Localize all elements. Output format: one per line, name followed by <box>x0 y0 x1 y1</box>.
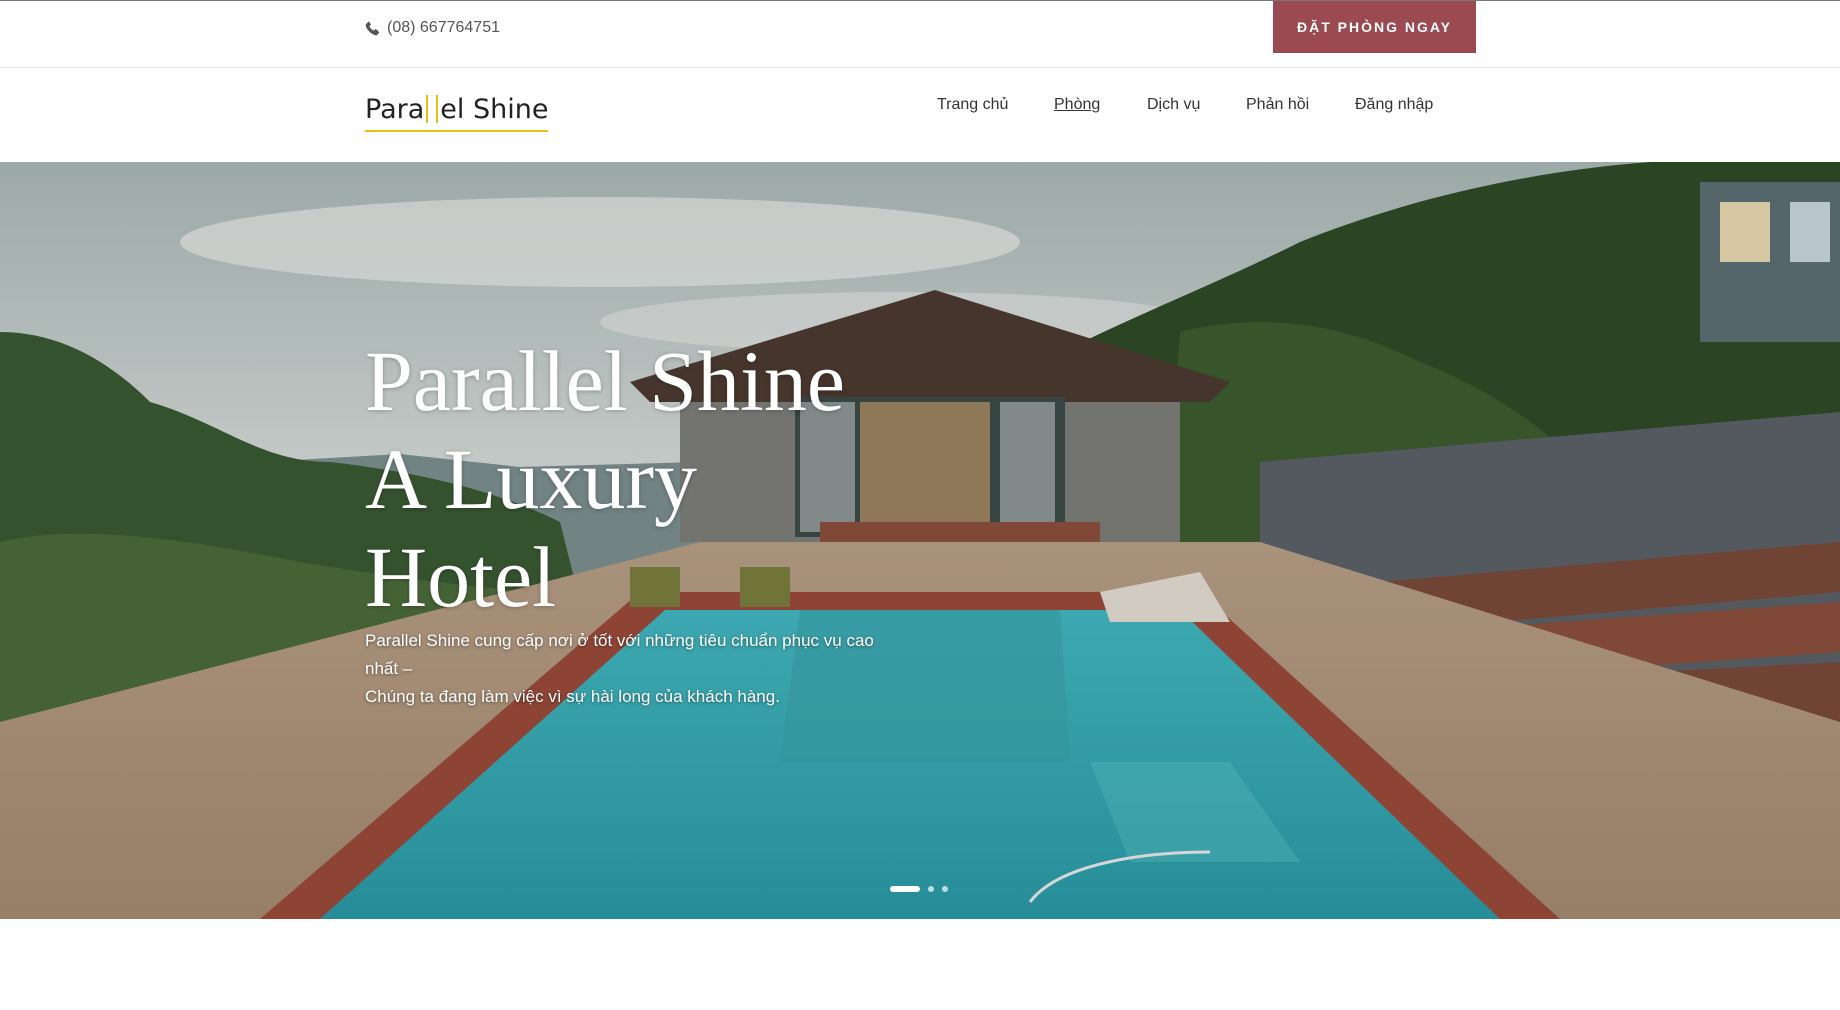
slider-dot-1[interactable] <box>890 886 920 892</box>
slider-dot-2[interactable] <box>928 886 934 892</box>
slider-dots <box>890 886 948 892</box>
nav-item-rooms[interactable]: Phòng <box>1054 96 1100 114</box>
top-bar: (08) 667764751 ĐẶT PHÒNG NGAY <box>0 0 1840 68</box>
logo-text-part2: el Shine <box>440 93 549 125</box>
hero-desc-line-2: nhất – <box>365 659 413 678</box>
book-now-button[interactable]: ĐẶT PHÒNG NGAY <box>1273 1 1476 53</box>
nav-item-login[interactable]: Đăng nhập <box>1355 96 1433 114</box>
nav-item-home[interactable]: Trang chủ <box>937 96 1008 114</box>
site-logo[interactable]: Para el Shine <box>365 88 549 132</box>
nav-item-services[interactable]: Dịch vụ <box>1147 96 1200 114</box>
hero-desc-line-1: Parallel Shine cung cấp nơi ở tốt với nh… <box>365 631 874 650</box>
hero-title-line-2: A Luxury <box>365 431 698 527</box>
logo-mark <box>426 95 439 123</box>
nav-item-feedback[interactable]: Phản hồi <box>1246 96 1309 114</box>
hero-title-line-1: Parallel Shine <box>365 333 846 429</box>
phone-contact[interactable]: (08) 667764751 <box>365 16 500 40</box>
phone-icon <box>365 21 380 36</box>
slider-dot-3[interactable] <box>942 886 948 892</box>
hero-desc-line-3: Chúng ta đang làm việc vì sự hài long củ… <box>365 687 780 706</box>
main-navbar: Para el Shine Trang chủ Phòng Dịch vụ Ph… <box>0 68 1840 162</box>
logo-text-part1: Para <box>365 93 425 125</box>
hero-title: Parallel Shine A Luxury Hotel <box>365 332 985 626</box>
hero-description: Parallel Shine cung cấp nơi ở tốt với nh… <box>365 627 915 711</box>
hero-title-line-3: Hotel <box>365 529 557 625</box>
phone-number: (08) 667764751 <box>387 19 500 36</box>
hero-slider: Parallel Shine A Luxury Hotel Parallel S… <box>0 162 1840 919</box>
